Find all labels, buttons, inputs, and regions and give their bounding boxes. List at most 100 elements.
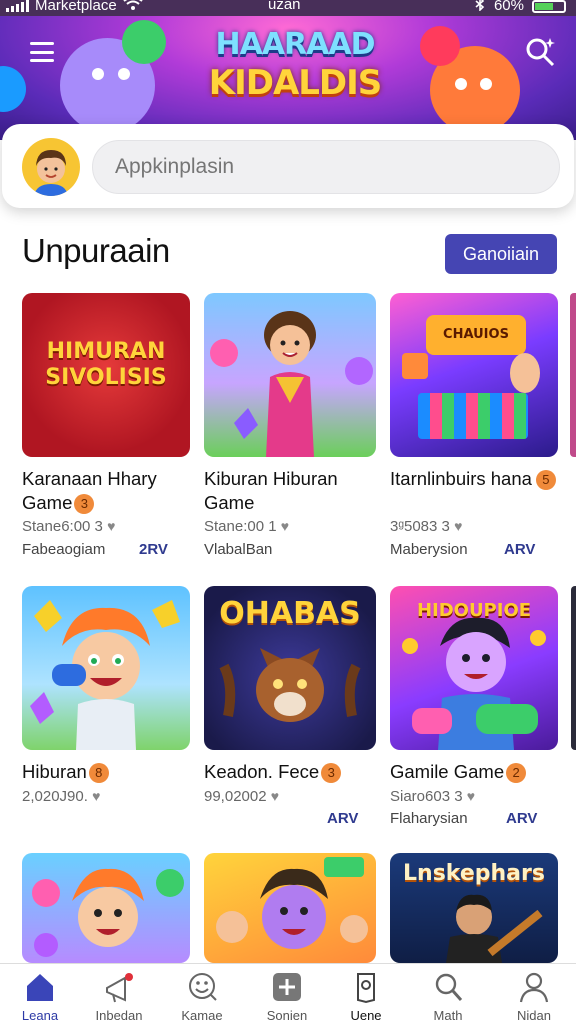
banner-title-line1: HAARAAD — [215, 27, 376, 62]
game-card[interactable] — [204, 853, 376, 963]
game-thumbnail[interactable]: Lnskephars — [390, 853, 558, 963]
nav-label: Kamae — [181, 1008, 223, 1023]
game-name: Kiburan Hiburan Game — [204, 468, 338, 513]
character-illustration — [216, 857, 368, 949]
nav-label: Sonien — [266, 1008, 308, 1023]
game-tag: ARV — [506, 810, 538, 827]
home-icon — [24, 970, 56, 1004]
game-publisher: Flaharysian — [390, 810, 468, 827]
game-thumbnail[interactable]: HIDOUPIOE — [390, 586, 558, 750]
game-name: Gamile Game — [390, 761, 505, 782]
phone-icon — [350, 970, 382, 1004]
game-stats: 99,02002 — [204, 788, 267, 805]
hero-banner: HAARAAD KIDALDIS — [0, 16, 576, 140]
game-thumbnail[interactable]: OHABAS — [204, 586, 376, 750]
nav-item-phone[interactable]: Uene — [330, 970, 402, 1023]
game-thumbnail[interactable] — [204, 293, 376, 457]
section-title: Unpuraain — [22, 232, 170, 269]
game-name: Keadon. Fece — [204, 761, 320, 782]
bottom-navigation: Leana Inbedan Kamae Sonien Uene Math Nid… — [0, 963, 576, 1024]
carrier-label: Marketplace — [35, 0, 117, 14]
search-input[interactable] — [115, 155, 535, 179]
game-name: Hiburan — [22, 761, 87, 782]
hamburger-menu-icon[interactable] — [22, 38, 62, 66]
game-card[interactable]: Lnskephars — [390, 853, 558, 963]
search-field[interactable] — [92, 140, 560, 194]
nav-item-create[interactable]: Sonien — [251, 970, 323, 1023]
game-stats: 2,020J90. — [22, 788, 88, 805]
character-illustration — [210, 311, 373, 457]
next-card-peek[interactable] — [570, 293, 576, 457]
game-card[interactable]: Kiburan Hiburan Game Stane:00 1 ♥ Vlabal… — [204, 293, 384, 563]
game-publisher: Fabeaogiam — [22, 541, 106, 558]
battery-percent: 60% — [493, 0, 524, 14]
decoration-ball — [420, 26, 460, 66]
game-publisher: VlabalBan — [204, 541, 273, 558]
rating-badge: 5 — [535, 470, 556, 491]
avatar[interactable] — [22, 138, 80, 196]
banner-title-line2: KIDALDIS — [208, 63, 383, 103]
game-tag: ARV — [327, 810, 359, 827]
next-card-peek[interactable] — [571, 586, 576, 750]
nav-item-profile[interactable]: Nidan — [498, 970, 570, 1023]
game-card[interactable]: Hiburan 8 2,020J90. ♥ — [22, 586, 197, 836]
smiley-icon — [186, 970, 218, 1004]
nav-item-games[interactable]: Kamae — [166, 970, 238, 1023]
game-stats: Stane:00 1 — [204, 518, 277, 535]
game-thumbnail[interactable] — [22, 586, 190, 750]
game-thumbnail[interactable] — [22, 853, 190, 963]
battery-icon — [532, 0, 566, 13]
bluetooth-icon — [474, 0, 486, 15]
game-tag: 2RV — [139, 541, 168, 558]
game-tag: ARV — [504, 541, 536, 558]
rating-badge: 8 — [88, 763, 109, 784]
character-illustration — [30, 600, 180, 750]
megaphone-icon — [103, 970, 135, 1004]
rating-badge: 3 — [74, 494, 95, 515]
nav-label: Math — [433, 1008, 463, 1023]
section-action-button[interactable]: Ganoiiain — [445, 234, 557, 274]
game-thumbnail[interactable]: CHAUIOS — [390, 293, 558, 457]
nav-item-announcements[interactable]: Inbedan — [83, 970, 155, 1023]
status-bar: Marketplace uzan 60% — [0, 0, 576, 16]
game-card[interactable] — [22, 853, 190, 963]
status-time: uzan — [268, 0, 301, 13]
nav-label: Uene — [350, 1008, 382, 1023]
banner-title: HAARAAD KIDALDIS — [200, 26, 390, 102]
user-icon — [518, 970, 550, 1004]
game-card[interactable]: OHABAS Keadon. Fece 3 99,02002 ♥ ARV — [204, 586, 379, 836]
game-board — [418, 393, 528, 439]
game-thumbnail[interactable]: HIMURAN SIVOLISIS — [22, 293, 190, 457]
nav-label: Nidan — [517, 1008, 551, 1023]
character-illustration — [446, 894, 543, 963]
rating-badge: 3 — [321, 763, 342, 784]
search-sparkle-icon[interactable] — [520, 32, 560, 72]
heart-icon[interactable]: ♥ — [107, 518, 115, 534]
rating-badge: 2 — [506, 763, 527, 784]
game-stats: 3ᵍ5083 3 — [390, 518, 450, 535]
decoration-ball — [0, 66, 26, 112]
plus-box-icon — [271, 970, 303, 1004]
heart-icon[interactable]: ♥ — [92, 788, 100, 804]
heart-icon[interactable]: ♥ — [281, 518, 289, 534]
game-thumbnail[interactable] — [204, 853, 376, 963]
game-card[interactable]: CHAUIOS Itarnlinbuirs hana 5 3ᵍ5083 3 ♥ M… — [390, 293, 566, 563]
wifi-icon — [123, 0, 143, 15]
heart-icon[interactable]: ♥ — [467, 788, 475, 804]
thumbnail-art-text: HIMURAN SIVOLISIS — [45, 339, 167, 390]
heart-icon[interactable]: ♥ — [271, 788, 279, 804]
game-card[interactable]: HIMURAN SIVOLISIS Karanaan Hhary Game 3 S… — [22, 293, 197, 563]
decoration-ball — [122, 20, 166, 64]
nav-item-search[interactable]: Math — [412, 970, 484, 1023]
character-illustration — [402, 617, 546, 750]
nav-item-home[interactable]: Leana — [4, 970, 76, 1023]
game-card[interactable]: HIDOUPIOE Gamile Game 2 Siaro603 3 ♥ Flah… — [390, 586, 566, 836]
game-stats: Siaro603 3 — [390, 788, 463, 805]
game-stats: Stane6:00 3 — [22, 518, 103, 535]
signal-icon — [6, 0, 29, 12]
game-name: Itarnlinbuirs hana — [390, 468, 532, 489]
app-root: Marketplace uzan 60% HAARAAD KIDALDIS Ap… — [0, 0, 576, 1024]
heart-icon[interactable]: ♥ — [454, 518, 462, 534]
nav-label: Leana — [21, 1008, 59, 1023]
creature-illustration — [219, 648, 361, 722]
